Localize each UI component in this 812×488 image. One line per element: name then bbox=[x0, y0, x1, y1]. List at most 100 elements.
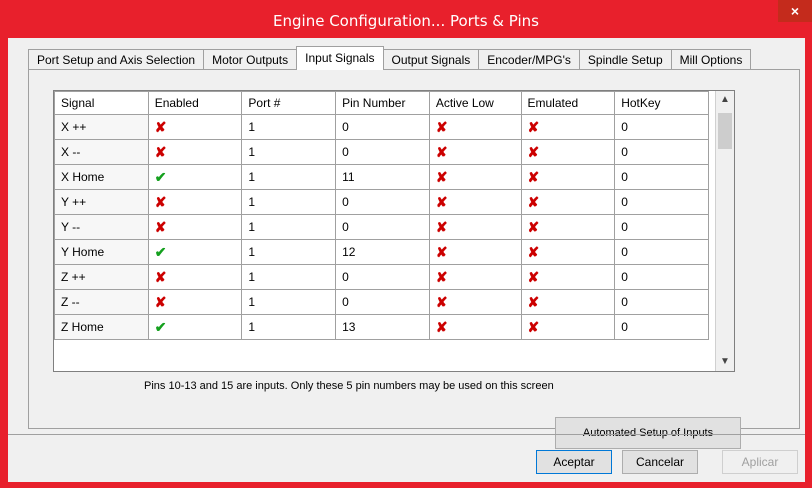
scroll-down-icon[interactable]: ▼ bbox=[716, 353, 734, 371]
x-mark-icon: ✘ bbox=[154, 118, 167, 135]
x-mark-icon: ✘ bbox=[435, 268, 448, 285]
enabled-cell[interactable]: ✔ bbox=[147, 164, 243, 190]
port-cell[interactable]: 1 bbox=[241, 214, 337, 240]
emulated-cell[interactable]: ✘ bbox=[520, 239, 616, 265]
hotkey-cell[interactable]: 0 bbox=[614, 189, 709, 215]
tab-output-signals[interactable]: Output Signals bbox=[382, 49, 480, 70]
port-cell[interactable]: 1 bbox=[241, 289, 337, 315]
pin-number-cell[interactable]: 0 bbox=[335, 189, 430, 215]
table-row[interactable]: Y ++ ✘ 1 0 ✘ ✘ 0 bbox=[54, 189, 709, 215]
table-row[interactable]: X -- ✘ 1 0 ✘ ✘ 0 bbox=[54, 139, 709, 165]
tab-encoder-mpg[interactable]: Encoder/MPG's bbox=[478, 49, 580, 70]
hotkey-cell[interactable]: 0 bbox=[614, 114, 709, 140]
hotkey-cell[interactable]: 0 bbox=[614, 239, 709, 265]
enabled-cell[interactable]: ✘ bbox=[147, 139, 243, 165]
active-low-cell[interactable]: ✘ bbox=[428, 114, 522, 140]
enabled-cell[interactable]: ✘ bbox=[147, 114, 243, 140]
emulated-cell[interactable]: ✘ bbox=[520, 264, 616, 290]
signal-cell[interactable]: Z -- bbox=[54, 289, 149, 315]
pin-number-cell[interactable]: 12 bbox=[335, 239, 430, 265]
pin-number-cell[interactable]: 11 bbox=[335, 164, 430, 190]
port-cell[interactable]: 1 bbox=[241, 239, 337, 265]
col-port[interactable]: Port # bbox=[241, 91, 337, 115]
tab-input-signals[interactable]: Input Signals bbox=[296, 46, 384, 70]
enabled-cell[interactable]: ✘ bbox=[147, 264, 243, 290]
active-low-cell[interactable]: ✘ bbox=[428, 314, 522, 340]
col-active-low[interactable]: Active Low bbox=[428, 91, 522, 115]
pin-number-cell[interactable]: 0 bbox=[335, 214, 430, 240]
active-low-cell[interactable]: ✘ bbox=[428, 214, 522, 240]
x-mark-icon: ✘ bbox=[435, 293, 448, 310]
emulated-cell[interactable]: ✘ bbox=[520, 189, 616, 215]
signal-cell[interactable]: X -- bbox=[54, 139, 149, 165]
accept-button[interactable]: Aceptar bbox=[536, 450, 612, 474]
col-pin-number[interactable]: Pin Number bbox=[335, 91, 430, 115]
signal-cell[interactable]: Z Home bbox=[54, 314, 149, 340]
hotkey-cell[interactable]: 0 bbox=[614, 214, 709, 240]
title-bar[interactable]: Engine Configuration... Ports & Pins × bbox=[0, 0, 812, 38]
emulated-cell[interactable]: ✘ bbox=[520, 289, 616, 315]
pin-number-cell[interactable]: 0 bbox=[335, 114, 430, 140]
emulated-cell[interactable]: ✘ bbox=[520, 164, 616, 190]
table-row[interactable]: Y Home ✔ 1 12 ✘ ✘ 0 bbox=[54, 239, 709, 265]
pin-number-cell[interactable]: 13 bbox=[335, 314, 430, 340]
pin-number-cell[interactable]: 0 bbox=[335, 139, 430, 165]
emulated-cell[interactable]: ✘ bbox=[520, 214, 616, 240]
hotkey-cell[interactable]: 0 bbox=[614, 314, 709, 340]
hotkey-cell[interactable]: 0 bbox=[614, 264, 709, 290]
port-cell[interactable]: 1 bbox=[241, 314, 337, 340]
close-icon[interactable]: × bbox=[778, 0, 812, 22]
vertical-scrollbar[interactable]: ▲ ▼ bbox=[715, 91, 734, 371]
cancel-button[interactable]: Cancelar bbox=[622, 450, 698, 474]
table-row[interactable]: Y -- ✘ 1 0 ✘ ✘ 0 bbox=[54, 214, 709, 240]
enabled-cell[interactable]: ✘ bbox=[147, 214, 243, 240]
table-row[interactable]: X Home ✔ 1 11 ✘ ✘ 0 bbox=[54, 164, 709, 190]
port-cell[interactable]: 1 bbox=[241, 264, 337, 290]
col-emulated[interactable]: Emulated bbox=[520, 91, 616, 115]
port-cell[interactable]: 1 bbox=[241, 189, 337, 215]
table-row[interactable]: X ++ ✘ 1 0 ✘ ✘ 0 bbox=[54, 114, 709, 140]
active-low-cell[interactable]: ✘ bbox=[428, 164, 522, 190]
active-low-cell[interactable]: ✘ bbox=[428, 289, 522, 315]
col-enabled[interactable]: Enabled bbox=[147, 91, 243, 115]
pin-number-cell[interactable]: 0 bbox=[335, 264, 430, 290]
tab-port-setup[interactable]: Port Setup and Axis Selection bbox=[28, 49, 205, 70]
scroll-thumb[interactable] bbox=[718, 113, 732, 149]
tab-spindle-setup[interactable]: Spindle Setup bbox=[578, 49, 672, 70]
signal-cell[interactable]: X ++ bbox=[54, 114, 149, 140]
active-low-cell[interactable]: ✘ bbox=[428, 264, 522, 290]
table-row[interactable]: Z -- ✘ 1 0 ✘ ✘ 0 bbox=[54, 289, 709, 315]
tab-mill-options[interactable]: Mill Options bbox=[670, 49, 752, 70]
pin-number-cell[interactable]: 0 bbox=[335, 289, 430, 315]
signal-cell[interactable]: Z ++ bbox=[54, 264, 149, 290]
emulated-cell[interactable]: ✘ bbox=[520, 139, 616, 165]
hotkey-cell[interactable]: 0 bbox=[614, 289, 709, 315]
active-low-cell[interactable]: ✘ bbox=[428, 189, 522, 215]
port-cell[interactable]: 1 bbox=[241, 114, 337, 140]
table-row[interactable]: Z Home ✔ 1 13 ✘ ✘ 0 bbox=[54, 314, 709, 340]
hotkey-cell[interactable]: 0 bbox=[614, 164, 709, 190]
signal-cell[interactable]: Y -- bbox=[54, 214, 149, 240]
enabled-cell[interactable]: ✘ bbox=[147, 289, 243, 315]
active-low-cell[interactable]: ✘ bbox=[428, 239, 522, 265]
enabled-cell[interactable]: ✘ bbox=[147, 189, 243, 215]
signals-grid[interactable]: Signal Enabled Port # Pin Number Active … bbox=[53, 90, 735, 372]
active-low-cell[interactable]: ✘ bbox=[428, 139, 522, 165]
hotkey-cell[interactable]: 0 bbox=[614, 139, 709, 165]
table-row[interactable]: Z ++ ✘ 1 0 ✘ ✘ 0 bbox=[54, 264, 709, 290]
signal-cell[interactable]: Y Home bbox=[54, 239, 149, 265]
col-hotkey[interactable]: HotKey bbox=[614, 91, 709, 115]
port-cell[interactable]: 1 bbox=[241, 164, 337, 190]
scroll-up-icon[interactable]: ▲ bbox=[716, 91, 734, 109]
emulated-cell[interactable]: ✘ bbox=[520, 114, 616, 140]
col-signal[interactable]: Signal bbox=[54, 91, 149, 115]
emulated-cell[interactable]: ✘ bbox=[520, 314, 616, 340]
signal-cell[interactable]: X Home bbox=[54, 164, 149, 190]
port-cell[interactable]: 1 bbox=[241, 139, 337, 165]
enabled-cell[interactable]: ✔ bbox=[147, 239, 243, 265]
apply-button[interactable]: Aplicar bbox=[722, 450, 798, 474]
automated-setup-button[interactable]: Automated Setup of Inputs bbox=[555, 417, 741, 449]
signal-cell[interactable]: Y ++ bbox=[54, 189, 149, 215]
tab-motor-outputs[interactable]: Motor Outputs bbox=[203, 49, 298, 70]
enabled-cell[interactable]: ✔ bbox=[147, 314, 243, 340]
